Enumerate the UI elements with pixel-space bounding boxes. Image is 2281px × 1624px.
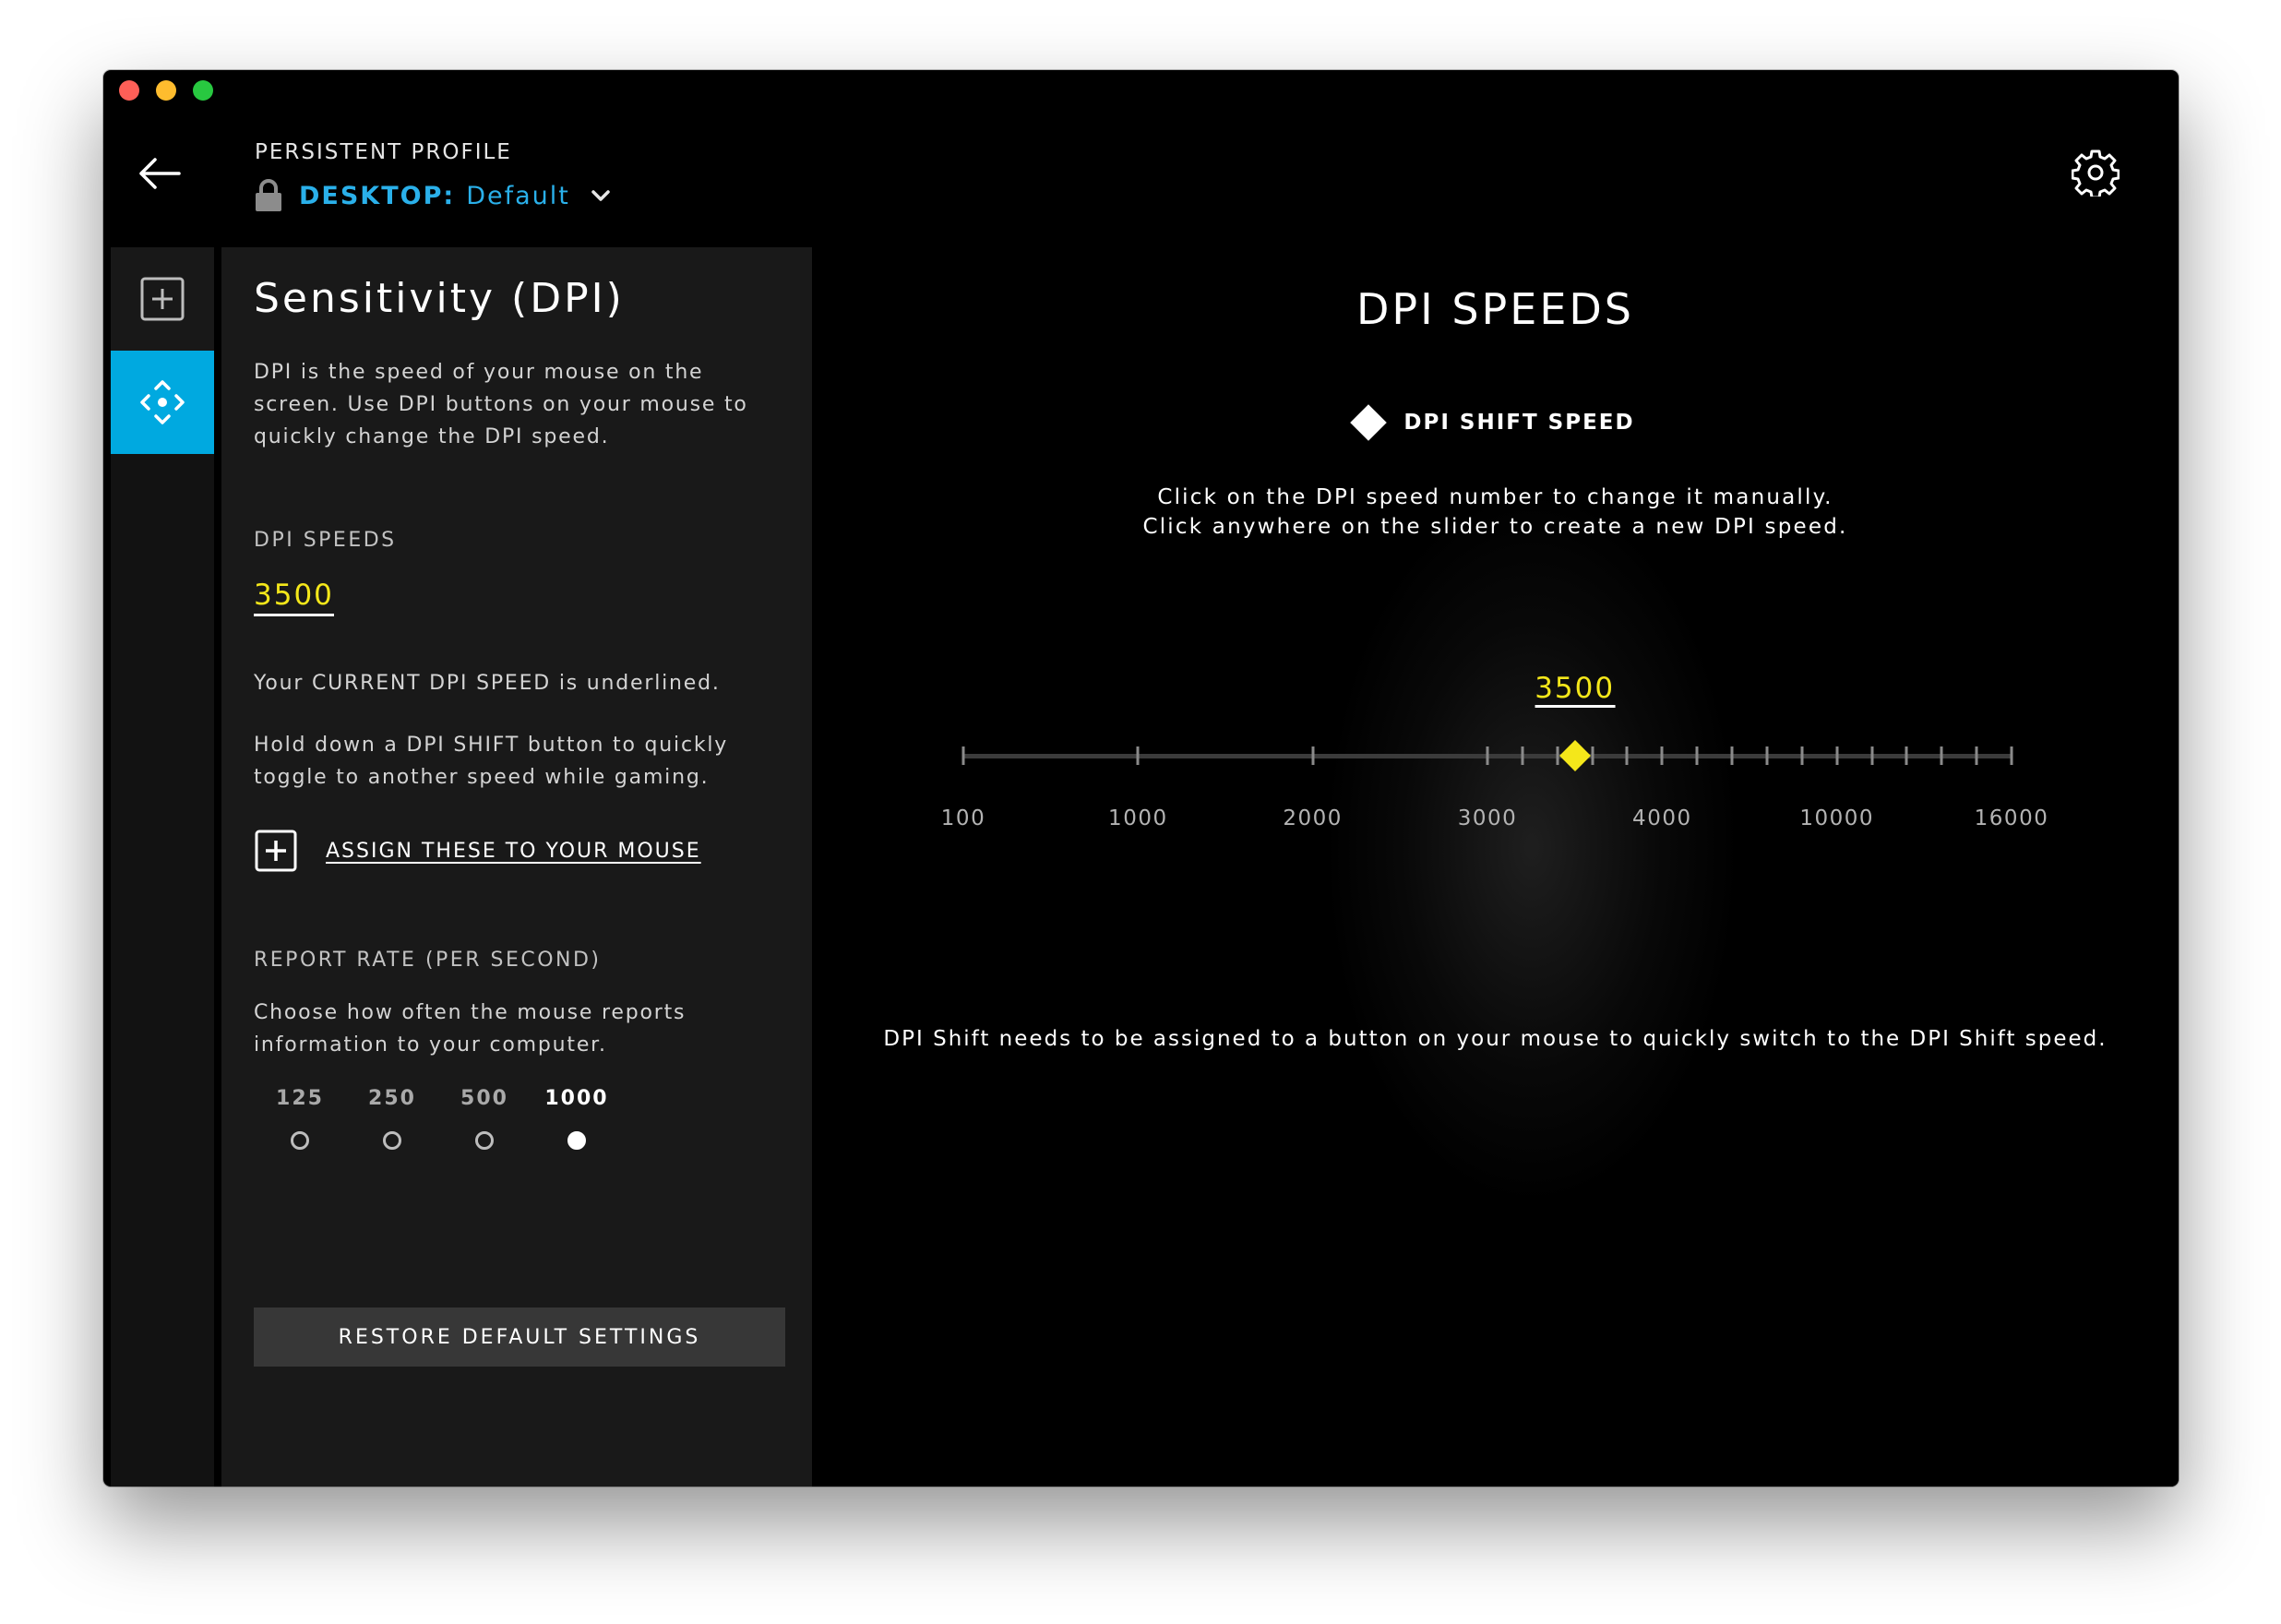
current-dpi-note: Your CURRENT DPI SPEED is underlined. <box>254 672 721 695</box>
slider-scale-label: 100 <box>940 806 986 830</box>
report-rate-radio[interactable] <box>567 1131 586 1150</box>
slider-tick <box>1311 746 1315 765</box>
selected-dpi-value[interactable]: 3500 <box>1535 672 1616 708</box>
profile-device-name: DESKTOP: <box>299 181 456 210</box>
chevron-down-icon[interactable] <box>591 188 611 203</box>
report-rate-option[interactable]: 250 <box>346 1087 438 1150</box>
slider-tick <box>1975 746 1978 765</box>
dpi-shift-note: Hold down a DPI SHIFT button to quickly … <box>254 734 729 789</box>
report-rate-option[interactable]: 500 <box>438 1087 531 1150</box>
slider-tick <box>2010 746 2013 765</box>
restore-defaults-button[interactable]: RESTORE DEFAULT SETTINGS <box>254 1308 785 1367</box>
slider-tick <box>1905 746 1908 765</box>
sensitivity-panel: Sensitivity (DPI) DPI is the speed of yo… <box>221 247 812 1487</box>
assign-to-mouse-link[interactable]: ASSIGN THESE TO YOUR MOUSE <box>326 840 701 863</box>
dpi-speeds-title: DPI SPEEDS <box>1355 284 1635 334</box>
report-rate-description: Choose how often the mouse reports infor… <box>254 1001 687 1057</box>
dpi-shift-assignment-note: DPI Shift needs to be assigned to a butt… <box>883 1027 2108 1051</box>
rail-item-sensitivity[interactable] <box>111 351 214 454</box>
report-rate-options: 125 250 500 1000 <box>254 1087 641 1170</box>
report-rate-label: 1000 <box>544 1087 609 1110</box>
slider-tick <box>1940 746 1943 765</box>
slider-scale-label: 16000 <box>1974 806 2049 830</box>
slider-tick <box>961 746 965 765</box>
profile-type-label: PERSISTENT PROFILE <box>255 140 512 164</box>
slider-tick <box>1660 746 1664 765</box>
zoom-window-button[interactable] <box>193 80 213 101</box>
hint-create-speed: Click anywhere on the slider to create a… <box>1142 515 1848 539</box>
slider-scale-label: 1000 <box>1108 806 1168 830</box>
slider-tick <box>1765 746 1769 765</box>
report-rate-option[interactable]: 1000 <box>531 1087 623 1150</box>
report-rate-option[interactable]: 125 <box>254 1087 346 1150</box>
slider-tick <box>1556 746 1559 765</box>
slider-scale-label: 2000 <box>1283 806 1343 830</box>
slider-tick <box>1521 746 1524 765</box>
app-window: PERSISTENT PROFILE DESKTOP: Default Sens… <box>103 70 2179 1487</box>
current-dpi-value[interactable]: 3500 <box>254 578 334 616</box>
slider-tick <box>1486 746 1489 765</box>
add-box-icon <box>255 830 297 872</box>
dpi-slider[interactable] <box>812 727 2179 782</box>
dpi-shift-legend: DPI SHIFT SPEED <box>812 404 2179 441</box>
profile-name: Default <box>466 181 570 210</box>
close-window-button[interactable] <box>119 80 139 101</box>
report-rate-label: 500 <box>460 1087 508 1110</box>
lock-icon <box>255 179 282 212</box>
assign-to-mouse-row[interactable]: ASSIGN THESE TO YOUR MOUSE <box>254 829 701 873</box>
settings-gear-icon[interactable] <box>2071 149 2120 199</box>
selected-dpi-wrap: 3500 <box>812 672 2179 709</box>
mouse-silhouette-glow <box>1329 496 1735 1198</box>
slider-scale-label: 4000 <box>1632 806 1692 830</box>
report-rate-heading: REPORT RATE (PER SECOND) <box>254 949 602 972</box>
back-arrow-icon[interactable] <box>137 155 183 192</box>
hint-manual-change: Click on the DPI speed number to change … <box>1157 485 1833 509</box>
report-rate-label: 250 <box>368 1087 416 1110</box>
report-rate-radio[interactable] <box>475 1131 494 1150</box>
slider-tick <box>1835 746 1839 765</box>
report-rate-radio[interactable] <box>291 1131 309 1150</box>
slider-scale-label: 3000 <box>1457 806 1518 830</box>
profile-selector[interactable]: DESKTOP: Default <box>255 177 611 214</box>
dpi-move-icon <box>140 380 185 424</box>
slider-tick <box>1800 746 1804 765</box>
report-rate-radio[interactable] <box>383 1131 401 1150</box>
slider-tick <box>1136 746 1140 765</box>
slider-tick <box>1695 746 1699 765</box>
dpi-speeds-area: DPI SPEEDS DPI SHIFT SPEED Click on the … <box>812 247 2179 1487</box>
slider-tick <box>1730 746 1734 765</box>
panel-intro: DPI is the speed of your mouse on the sc… <box>254 361 748 448</box>
slider-tick <box>1591 746 1594 765</box>
slider-tick <box>1870 746 1874 765</box>
feature-rail <box>111 247 214 1487</box>
report-rate-label: 125 <box>276 1087 324 1110</box>
add-box-icon <box>140 277 185 321</box>
dpi-shift-legend-label: DPI SHIFT SPEED <box>1403 411 1635 435</box>
slider-scale-label: 10000 <box>1799 806 1874 830</box>
diamond-icon <box>1350 404 1388 441</box>
dpi-speeds-heading: DPI SPEEDS <box>254 529 397 552</box>
dpi-shift-slider-thumb[interactable] <box>1558 740 1591 771</box>
minimize-window-button[interactable] <box>156 80 176 101</box>
panel-title: Sensitivity (DPI) <box>254 275 625 322</box>
rail-item-assignments[interactable] <box>111 247 214 351</box>
slider-tick <box>1625 746 1629 765</box>
